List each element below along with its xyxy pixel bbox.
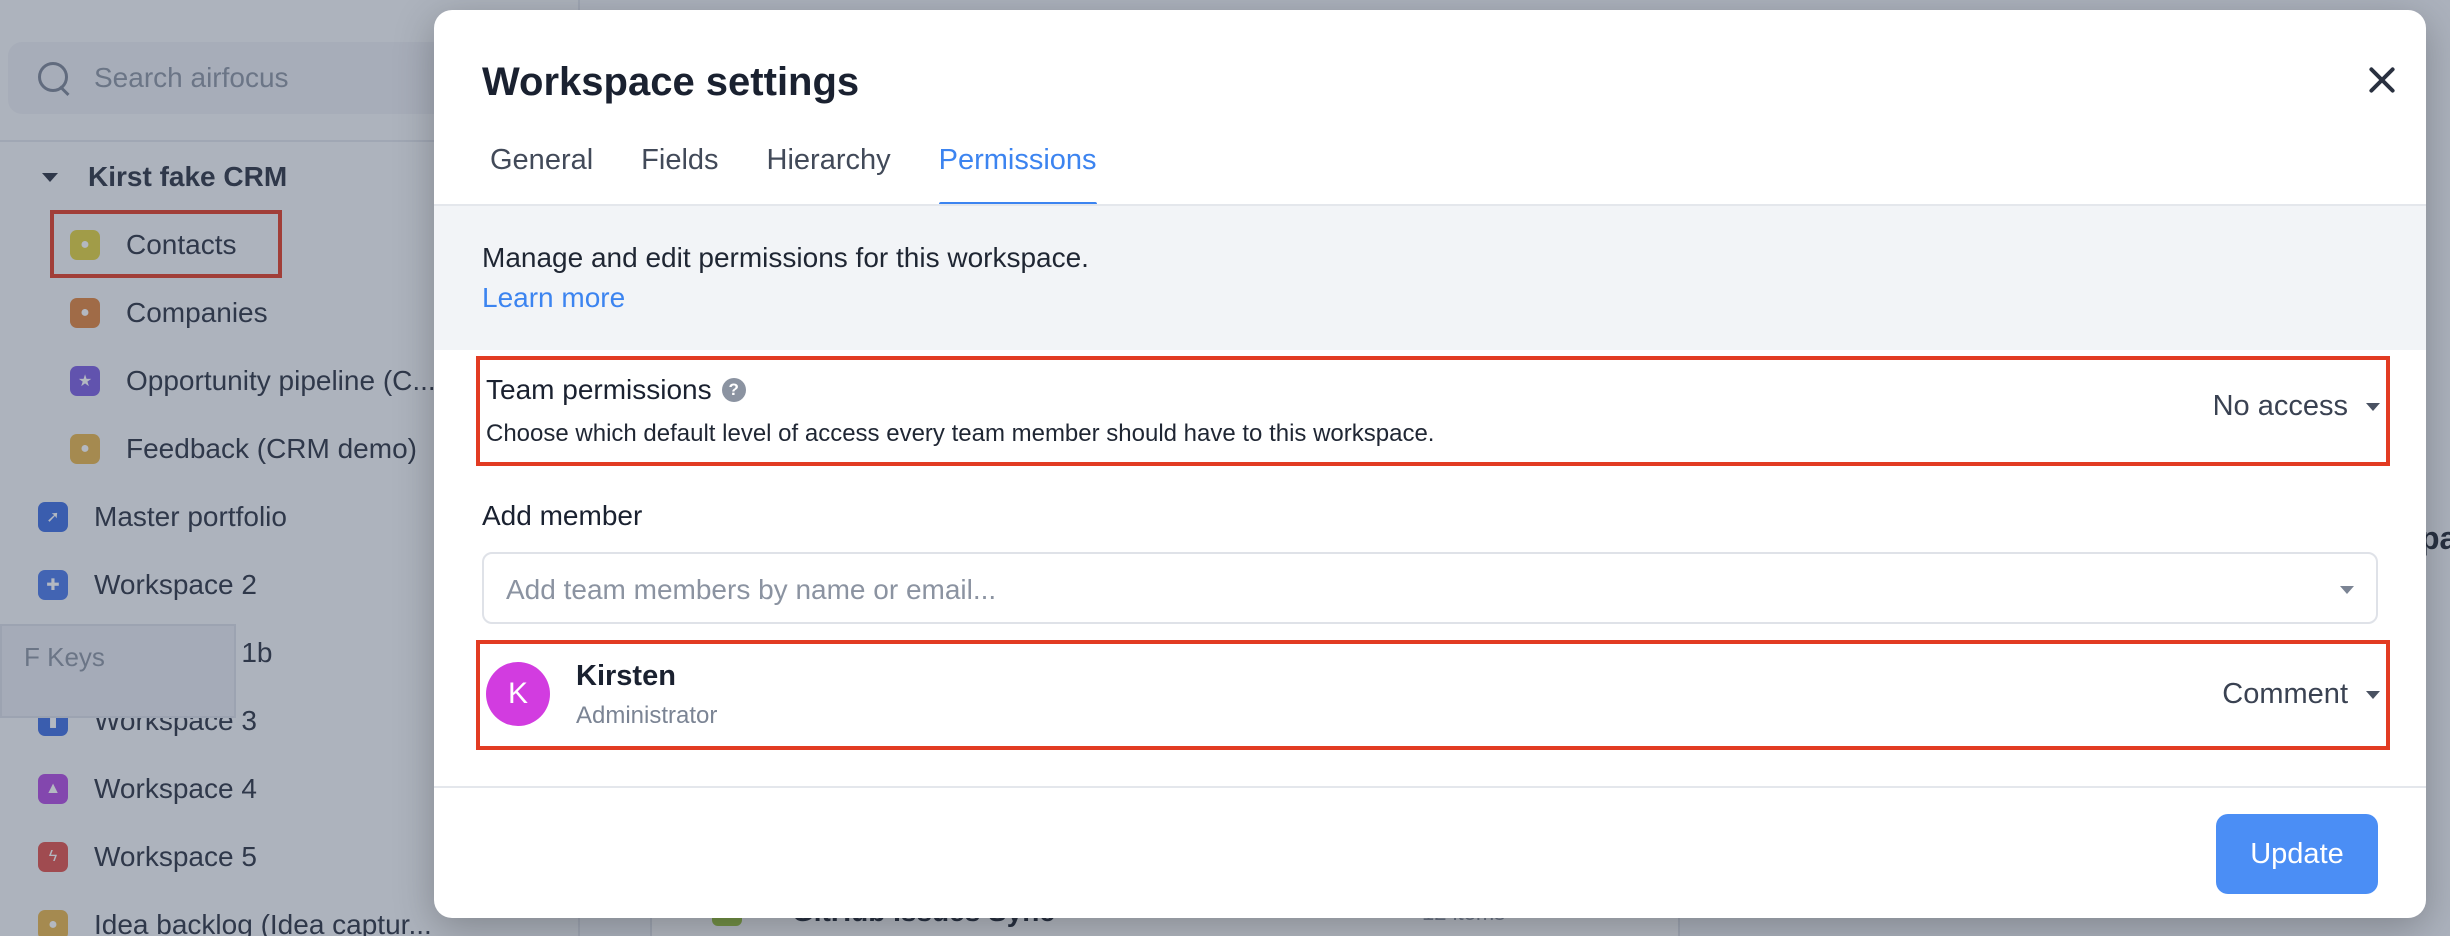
tab-hierarchy[interactable]: Hierarchy [767, 136, 891, 206]
team-permissions-section: Team permissions ? Choose which default … [476, 356, 2390, 466]
member-name: Kirsten [576, 660, 676, 692]
member-row: K Kirsten Administrator Comment [476, 640, 2390, 750]
workspace-settings-modal: Workspace settings General Fields Hierar… [434, 10, 2426, 918]
permissions-info: Manage and edit permissions for this wor… [434, 206, 2426, 350]
caret-down-icon [2366, 402, 2380, 411]
add-member-label: Add member [482, 500, 643, 531]
info-text: Manage and edit permissions for this wor… [482, 242, 1089, 273]
avatar: K [486, 662, 550, 726]
close-icon[interactable] [2360, 58, 2404, 102]
help-icon[interactable]: ? [721, 378, 746, 402]
add-member-placeholder: Add team members by name or email... [506, 574, 997, 605]
update-button[interactable]: Update [2216, 814, 2378, 894]
tab-permissions[interactable]: Permissions [938, 136, 1097, 206]
member-permission-value: Comment [2222, 678, 2348, 710]
member-permission-dropdown[interactable]: Comment [2222, 678, 2380, 711]
caret-down-icon [2366, 690, 2380, 699]
modal-title: Workspace settings [482, 60, 860, 104]
team-permissions-label: Team permissions [486, 374, 712, 405]
team-permissions-value: No access [2212, 390, 2348, 422]
tab-fields[interactable]: Fields [641, 136, 718, 206]
footer-divider [434, 786, 2426, 788]
add-member-input[interactable]: Add team members by name or email... [482, 552, 2378, 624]
member-role: Administrator [576, 702, 718, 729]
team-permissions-title: Team permissions ? [486, 374, 746, 406]
settings-tabs: General Fields Hierarchy Permissions [490, 136, 1145, 206]
learn-more-link[interactable]: Learn more [482, 282, 625, 314]
team-permissions-description: Choose which default level of access eve… [486, 420, 1435, 447]
caret-down-icon[interactable] [2340, 586, 2354, 594]
team-permissions-dropdown[interactable]: No access [2213, 390, 2380, 423]
tab-general[interactable]: General [490, 136, 593, 206]
